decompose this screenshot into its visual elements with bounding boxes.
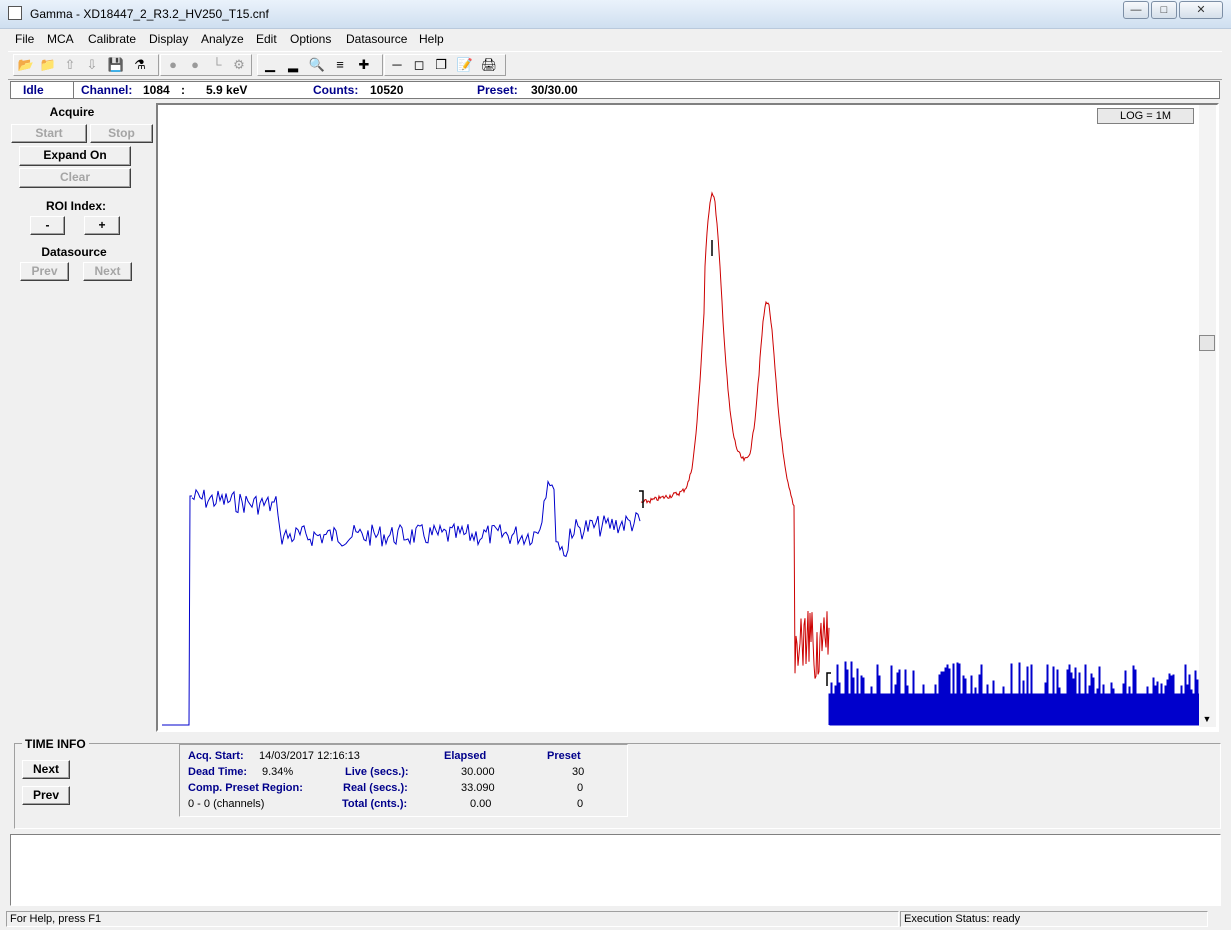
time-info-next-button[interactable]: Next [22, 760, 70, 779]
spectrum-display[interactable] [156, 103, 1219, 732]
time-info-title: TIME INFO [22, 737, 89, 751]
dead-time-value: 9.34% [262, 766, 294, 778]
total-preset: 0 [577, 798, 584, 810]
dead-time-label: Dead Time: [188, 766, 248, 778]
menu-datasource[interactable]: Datasource [346, 32, 407, 46]
elapsed-header: Elapsed [444, 750, 487, 762]
acq-start-value: 14/03/2017 12:16:13 [259, 750, 360, 762]
menu-bar: File MCA Calibrate Display Analyze Edit … [0, 29, 1231, 49]
toolbar-group-view: ▁ ▂ 🔍 ≡ ✚ [257, 54, 383, 76]
toolbar-group-file: 📂 📁 ⇧ ⇩ 💾 ⚗ [13, 54, 159, 76]
toolbar-group-window: ─ ◻ ❐ 📝 🖨 [384, 54, 506, 76]
status-bar: For Help, press F1 Execution Status: rea… [0, 909, 1231, 930]
status-strip: Idle Channel: 1084 : 5.9 keV Counts: 105… [10, 81, 1220, 99]
linear-scale-icon[interactable]: ▁ [260, 56, 280, 74]
title-bar: Gamma - XD18447_2_R3.2_HV250_T15.cnf — □… [0, 0, 1231, 29]
execution-status: Execution Status: ready [900, 911, 1208, 927]
report-icon[interactable]: 📝 [455, 56, 475, 74]
help-hint: For Help, press F1 [6, 911, 899, 927]
stop-button[interactable]: Stop [90, 124, 153, 143]
expand-icon[interactable]: ✚ [354, 56, 374, 74]
menu-options[interactable]: Options [290, 32, 331, 46]
menu-edit[interactable]: Edit [256, 32, 277, 46]
expand-on-button[interactable]: Expand On [19, 146, 131, 166]
time-info-prev-button[interactable]: Prev [22, 786, 70, 805]
counts-value: 10520 [370, 83, 404, 97]
scroll-down-arrow-icon[interactable]: ▼ [1199, 711, 1215, 727]
compress-icon[interactable]: ≡ [330, 56, 350, 74]
scrollbar-thumb[interactable] [1199, 335, 1215, 351]
spectrum-baseline-trace [162, 495, 192, 726]
import-icon[interactable]: ⇧ [60, 56, 80, 74]
roi-start-marker [639, 490, 644, 508]
spectrum-trace-roi [640, 191, 830, 679]
comp-preset-value: 0 - 0 (channels) [188, 798, 265, 810]
close-button[interactable]: ✕ [1179, 1, 1223, 19]
print-icon[interactable]: 🖨 [479, 56, 499, 74]
open-datasource-icon[interactable]: 📁 [38, 56, 58, 74]
app-icon [8, 6, 22, 20]
live-preset: 30 [572, 766, 585, 778]
roi-index-label: ROI Index: [45, 199, 106, 213]
spectrum-trace-high-channels [828, 661, 1201, 726]
toolbar-group-acquire: ● ● └ ⚙ [160, 54, 252, 76]
menu-help[interactable]: Help [419, 32, 444, 46]
channel-label: Channel: [81, 83, 133, 97]
total-elapsed: 0.00 [470, 798, 492, 810]
menu-calibrate[interactable]: Calibrate [88, 32, 136, 46]
total-label: Total (cnts.): [342, 798, 408, 810]
channel-separator: : [181, 83, 185, 97]
datasource-prev-button[interactable]: Prev [20, 262, 69, 281]
clear-button[interactable]: Clear [19, 168, 131, 188]
menu-file[interactable]: File [15, 32, 34, 46]
status-divider [73, 82, 74, 98]
roi-next-button[interactable]: + [84, 216, 120, 235]
start-button[interactable]: Start [11, 124, 87, 143]
acquisition-state: Idle [23, 83, 44, 97]
menu-display[interactable]: Display [149, 32, 188, 46]
message-area[interactable] [10, 834, 1221, 906]
preset-label: Preset: [477, 83, 518, 97]
real-preset: 0 [577, 782, 584, 794]
real-elapsed: 33.090 [461, 782, 495, 794]
minimize-button[interactable]: — [1123, 1, 1149, 19]
save-icon[interactable]: 💾 [106, 56, 126, 74]
preset-header: Preset [547, 750, 581, 762]
window-minimize-icon[interactable]: ─ [387, 56, 407, 74]
acquire-label: Acquire [49, 105, 95, 119]
window-title: Gamma - XD18447_2_R3.2_HV250_T15.cnf [30, 7, 269, 21]
flask-icon[interactable]: ⚗ [130, 56, 150, 74]
window-maximize-icon[interactable]: ◻ [409, 56, 429, 74]
log-scale-icon[interactable]: ▂ [283, 56, 303, 74]
vertical-scrollbar[interactable]: ▼ [1199, 105, 1216, 727]
toolbar: 📂 📁 ⇧ ⇩ 💾 ⚗ ● ● └ ⚙ ▁ ▂ 🔍 ≡ ✚ ─ ◻ ❐ 📝 🖨 [8, 51, 1222, 80]
channel-value: 1084 [143, 83, 170, 97]
spectrum-trace-low-channels [191, 479, 641, 558]
live-elapsed: 30.000 [461, 766, 495, 778]
datasource-next-button[interactable]: Next [83, 262, 132, 281]
menu-mca[interactable]: MCA [47, 32, 74, 46]
comp-preset-label: Comp. Preset Region: [188, 782, 303, 794]
stop-acquire-icon[interactable]: ● [185, 56, 205, 74]
counts-label: Counts: [313, 83, 359, 97]
roi-prev-button[interactable]: - [30, 216, 65, 235]
window-restore-icon[interactable]: ❐ [431, 56, 451, 74]
acq-start-label: Acq. Start: [188, 750, 244, 762]
preset-value: 30/30.00 [531, 83, 578, 97]
mca-settings-icon[interactable]: ⚙ [229, 56, 249, 74]
zoom-icon[interactable]: 🔍 [307, 56, 327, 74]
live-label: Live (secs.): [345, 766, 409, 778]
roi-end-marker [826, 672, 831, 686]
clear-spectrum-icon[interactable]: └ [207, 56, 227, 74]
real-label: Real (secs.): [343, 782, 408, 794]
datasource-label: Datasource [41, 245, 107, 259]
export-icon[interactable]: ⇩ [82, 56, 102, 74]
open-folder-icon[interactable]: 📂 [16, 56, 36, 74]
start-acquire-icon[interactable]: ● [163, 56, 183, 74]
maximize-button[interactable]: □ [1151, 1, 1177, 19]
scale-indicator[interactable]: LOG = 1M [1097, 108, 1194, 124]
spectrum-plot[interactable] [159, 106, 1201, 731]
menu-analyze[interactable]: Analyze [201, 32, 244, 46]
energy-value: 5.9 keV [206, 83, 248, 97]
